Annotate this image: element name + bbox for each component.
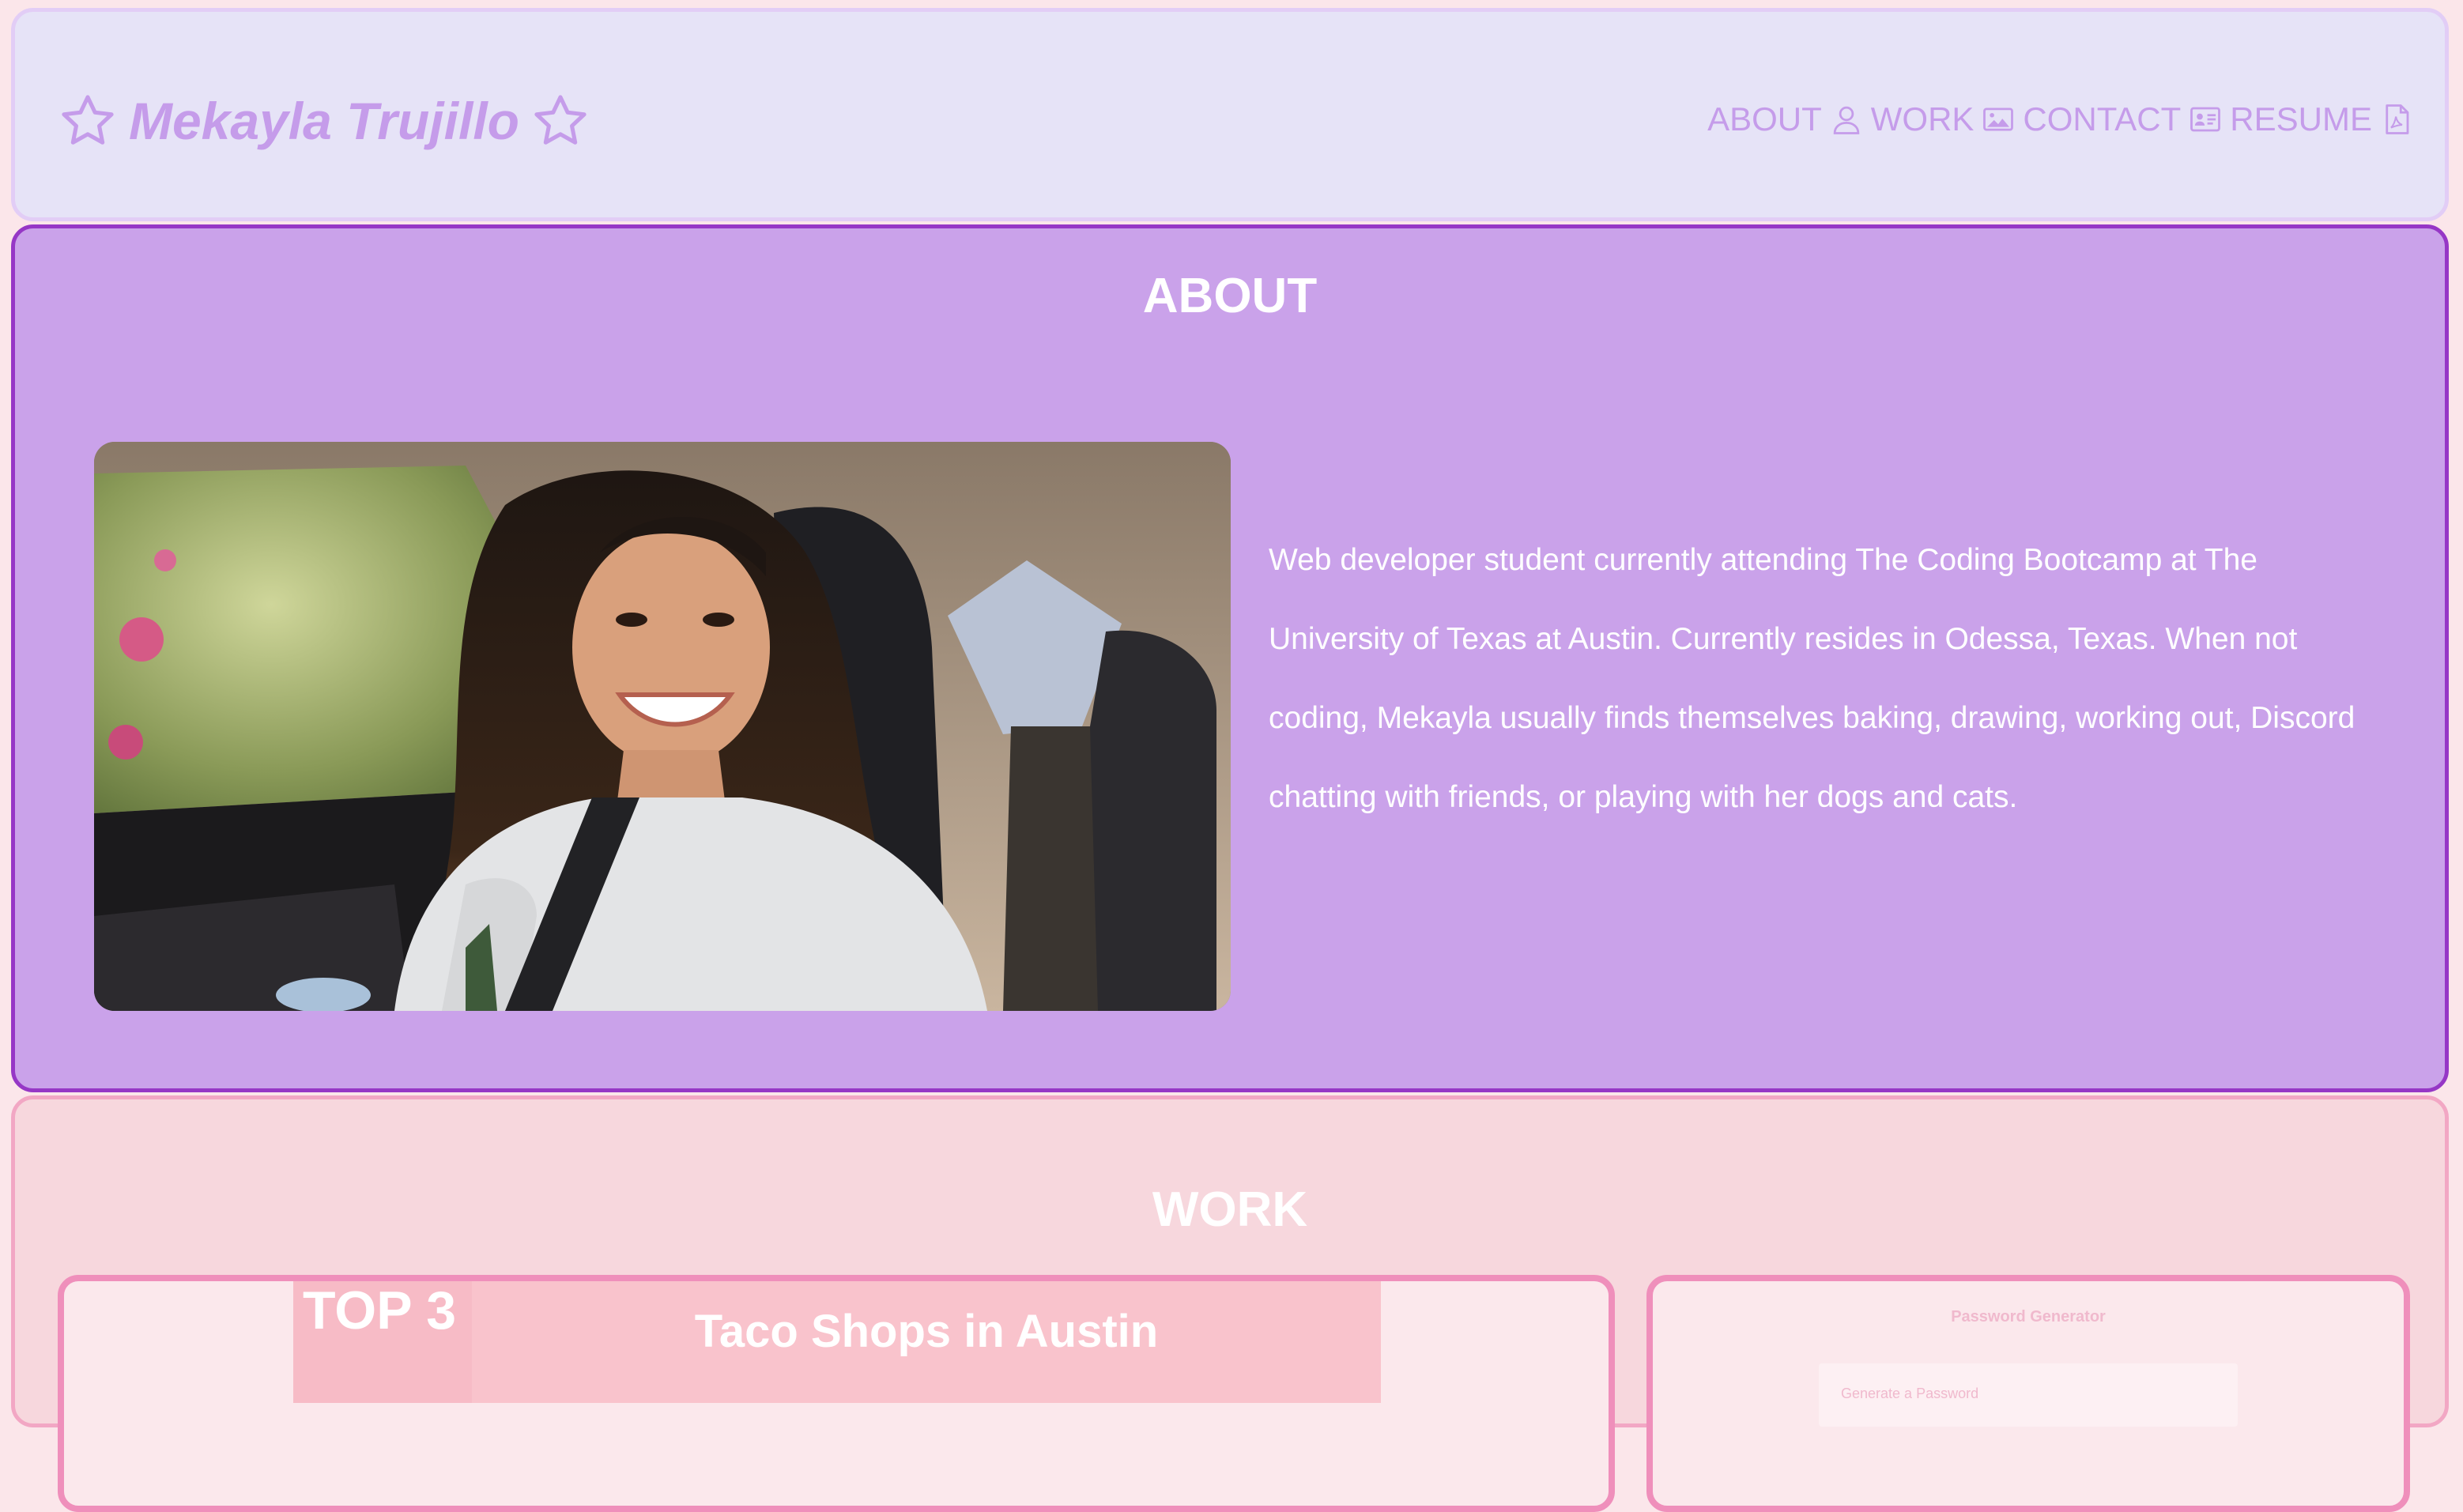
site-header: Mekayla Trujillo ABOUT WORK CONTACT RESU… [11, 8, 2449, 221]
profile-photo [94, 442, 1231, 1011]
brand-name: Mekayla Trujillo [129, 92, 519, 150]
project-card-password-generator[interactable]: Password Generator Generate a Password [1646, 1275, 2410, 1512]
nav-item-work[interactable]: WORK [1871, 100, 2016, 138]
about-section: ABOUT Web developer student currently at… [11, 224, 2449, 1092]
main-nav: ABOUT WORK CONTACT RESUME [1707, 100, 2413, 138]
nav-label: WORK [1870, 100, 1975, 138]
project-title: Taco Shops in Austin [694, 1306, 1159, 1357]
project-preview-banner: TOP 3 Taco Shops in Austin [293, 1281, 1381, 1403]
id-card-icon [2190, 107, 2221, 132]
work-section: WORK TOP 3 Taco Shops in Austin Password… [11, 1095, 2449, 1512]
nav-item-about[interactable]: ABOUT [1707, 100, 1863, 138]
about-description: Web developer student currently attendin… [1269, 543, 2356, 814]
project-card-taco-shops[interactable]: TOP 3 Taco Shops in Austin [58, 1275, 1615, 1512]
project-preview-field: Generate a Password [1819, 1363, 2238, 1427]
star-outline-icon [534, 95, 587, 145]
nav-label: CONTACT [2023, 100, 2182, 138]
project-title: Password Generator [1951, 1308, 2106, 1325]
user-icon [1833, 106, 1860, 134]
pdf-file-icon [2386, 104, 2409, 134]
star-outline-icon [62, 95, 114, 145]
nav-item-resume[interactable]: RESUME [2230, 100, 2413, 138]
brand[interactable]: Mekayla Trujillo [58, 91, 590, 151]
section-title: WORK [1152, 1182, 1308, 1237]
section-title: ABOUT [1142, 269, 1318, 323]
image-icon [1983, 107, 2014, 131]
nav-label: ABOUT [1707, 100, 1822, 138]
nav-label: RESUME [2230, 100, 2372, 138]
nav-item-contact[interactable]: CONTACT [2023, 100, 2222, 138]
project-top-label: TOP 3 [293, 1281, 472, 1403]
